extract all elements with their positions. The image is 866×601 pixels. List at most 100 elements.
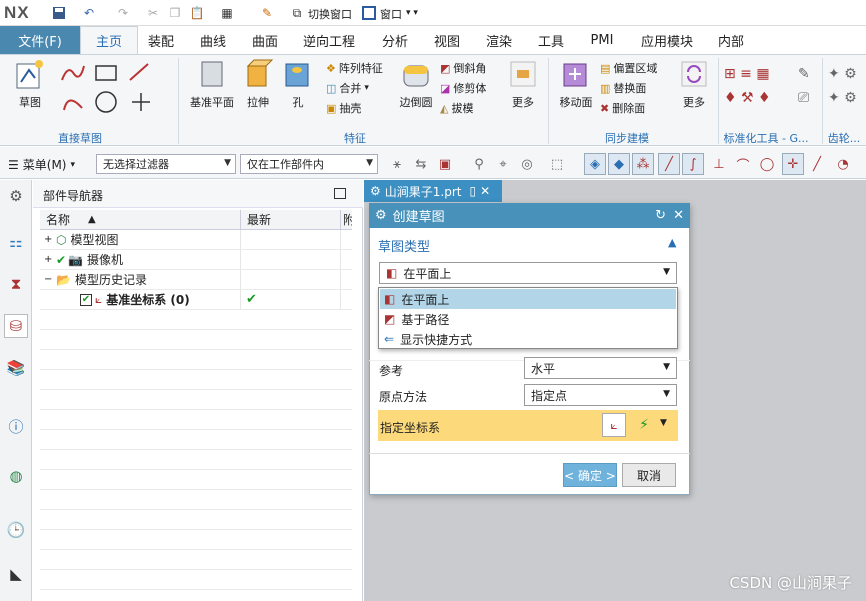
general-select-icon[interactable]: ▣ bbox=[434, 153, 456, 175]
tab-pmi[interactable]: PMI bbox=[582, 26, 622, 54]
tree-row-model-views[interactable]: + ⬡ 模型视图 bbox=[40, 230, 352, 250]
option-show-shortcuts[interactable]: ⇐ 显示快捷方式 bbox=[380, 329, 676, 349]
collapse-section-icon[interactable]: ▲ bbox=[668, 236, 676, 249]
delete-face-button[interactable]: ✖ 删除面 bbox=[600, 98, 657, 118]
close-tab-icon[interactable]: ✕ bbox=[480, 184, 490, 198]
snap-point-icon[interactable]: ✛ bbox=[782, 153, 804, 175]
ok-button[interactable]: < 确定 > bbox=[563, 463, 617, 487]
option-on-path[interactable]: ◩ 基于路径 bbox=[380, 309, 676, 329]
assembly-navigator-icon[interactable]: ⚏ bbox=[4, 230, 28, 254]
csys-dialog-icon[interactable]: ⟀ bbox=[602, 413, 626, 437]
column-header-extra[interactable]: 附 bbox=[340, 210, 352, 230]
cut-icon[interactable]: ✂ bbox=[144, 4, 162, 22]
repeat-command-icon[interactable]: ▦ bbox=[218, 4, 236, 22]
snap-tangent-icon[interactable]: ⊥ bbox=[708, 153, 730, 175]
reference-dropdown[interactable]: 水平 ▼ bbox=[524, 357, 677, 379]
more-features-button[interactable]: 更多 bbox=[505, 58, 541, 110]
draft-button[interactable]: ◭ 拔模 bbox=[440, 98, 486, 118]
move-face-button[interactable]: 移动面 bbox=[556, 58, 596, 110]
more-sync-button[interactable]: 更多 bbox=[676, 58, 712, 110]
tab-home[interactable]: 主页 bbox=[80, 26, 138, 54]
shell-button[interactable]: ▣ 抽壳 bbox=[326, 98, 383, 118]
main-menu-button[interactable]: ☰ 菜单(M) ▾ bbox=[8, 156, 75, 173]
option-on-plane[interactable]: ◧ 在平面上 bbox=[380, 289, 676, 309]
assembly-icon[interactable]: ⇆ bbox=[410, 153, 432, 175]
file-menu[interactable]: 文件(F) bbox=[0, 26, 80, 54]
selection-filter-dropdown[interactable]: 无选择过滤器 ▼ bbox=[96, 154, 236, 174]
snap-icon[interactable]: ⚹ bbox=[386, 153, 408, 175]
tab-curve[interactable]: 曲线 bbox=[190, 26, 236, 54]
document-options-icon[interactable]: ▯ bbox=[469, 184, 476, 198]
column-header-latest[interactable]: 最新 bbox=[240, 210, 340, 230]
switch-window-button[interactable]: 切换窗口 bbox=[308, 6, 352, 22]
rectangle-select-icon[interactable]: ⬚ bbox=[546, 153, 568, 175]
csys-chevron-icon[interactable]: ▼ bbox=[660, 418, 667, 428]
sketch-button[interactable]: 草图 bbox=[10, 58, 50, 110]
replace-face-button[interactable]: ▥ 替换面 bbox=[600, 78, 657, 98]
select-feature-icon[interactable]: ⚲ bbox=[468, 153, 490, 175]
tab-tools[interactable]: 工具 bbox=[528, 26, 574, 54]
snap-intersection-icon[interactable]: ◔ bbox=[832, 153, 854, 175]
tab-view[interactable]: 视图 bbox=[424, 26, 470, 54]
role-icon[interactable]: ◣ bbox=[4, 562, 28, 586]
dialog-close-icon[interactable]: ✕ bbox=[673, 208, 684, 223]
paste-icon[interactable]: 📋 bbox=[188, 4, 206, 22]
save-icon[interactable] bbox=[50, 4, 68, 22]
datum-plane-button[interactable]: 基准平面 bbox=[186, 58, 238, 110]
snap-arc-icon[interactable]: ⌒ bbox=[732, 153, 754, 175]
tab-application[interactable]: 应用模块 bbox=[632, 26, 702, 54]
switch-window-icon[interactable]: ⧉ bbox=[288, 4, 306, 22]
hole-button[interactable]: 孔 bbox=[280, 58, 316, 110]
reuse-library-icon[interactable]: 📚 bbox=[4, 356, 28, 380]
dialog-gear-icon[interactable]: ⚙ bbox=[375, 208, 387, 223]
select-body-icon[interactable]: ⌖ bbox=[492, 153, 514, 175]
undo-icon[interactable]: ↶ bbox=[80, 4, 98, 22]
column-header-name[interactable]: 名称 ▲ bbox=[40, 210, 240, 230]
visibility-checkbox[interactable]: ✔ bbox=[80, 293, 92, 306]
extrude-button[interactable]: 拉伸 bbox=[240, 58, 276, 110]
tab-render[interactable]: 渲染 bbox=[476, 26, 522, 54]
touch-mode-icon[interactable]: ✎ bbox=[258, 4, 276, 22]
tree-row-camera[interactable]: + ✔ 📷 摄像机 bbox=[40, 250, 352, 270]
copy-icon[interactable]: ❐ bbox=[166, 4, 184, 22]
snap-line-icon[interactable]: ╱ bbox=[658, 153, 680, 175]
tab-reverse-engineering[interactable]: 逆向工程 bbox=[296, 26, 362, 54]
tab-surface[interactable]: 曲面 bbox=[242, 26, 288, 54]
tab-analysis[interactable]: 分析 bbox=[372, 26, 418, 54]
offset-region-button[interactable]: ▤ 偏置区域 bbox=[600, 58, 657, 78]
history-icon[interactable]: ◍ bbox=[4, 464, 28, 488]
edge-blend-button[interactable]: 边倒圆 bbox=[396, 58, 436, 110]
document-tab[interactable]: ⚙ 山涧果子1.prt ▯ ✕ bbox=[364, 180, 502, 202]
expand-icon[interactable]: + bbox=[44, 254, 54, 265]
constraint-navigator-icon[interactable]: ⧗ bbox=[4, 272, 28, 296]
window-menu[interactable]: 窗口 bbox=[380, 6, 402, 22]
origin-method-dropdown[interactable]: 指定点 ▼ bbox=[524, 384, 677, 406]
window-icon[interactable] bbox=[360, 4, 378, 22]
tree-row-model-history[interactable]: − 📂 模型历史记录 bbox=[40, 270, 352, 290]
chamfer-button[interactable]: ◩ 倒斜角 bbox=[440, 58, 486, 78]
collapse-icon[interactable]: − bbox=[44, 274, 54, 285]
part-navigator-icon[interactable]: ⛁ bbox=[4, 314, 28, 338]
tab-internal[interactable]: 内部 bbox=[708, 26, 754, 54]
snap-center-icon[interactable]: ◯ bbox=[756, 153, 778, 175]
reset-icon[interactable]: ↻ bbox=[655, 208, 666, 223]
gear-tools-icons[interactable]: ✦ ⚙ ✦ ⚙ bbox=[828, 62, 866, 110]
snap-endpoint-icon[interactable]: ◈ bbox=[584, 153, 606, 175]
sketch-type-dropdown[interactable]: ◧ 在平面上 ▼ bbox=[379, 262, 677, 284]
redo-icon[interactable]: ↷ bbox=[114, 4, 132, 22]
select-face-icon[interactable]: ◎ bbox=[516, 153, 538, 175]
snap-face-icon[interactable]: ◆ bbox=[608, 153, 630, 175]
pattern-feature-button[interactable]: ❖ 阵列特征 bbox=[326, 58, 383, 78]
snap-grid-icon[interactable]: ⁂ bbox=[632, 153, 654, 175]
tree-row-datum-csys[interactable]: ✔ ⟀ 基准坐标系 (0) ✔ bbox=[40, 290, 352, 310]
web-browser-icon[interactable]: ⓘ bbox=[4, 414, 28, 438]
snap-curve-icon[interactable]: ∫ bbox=[682, 153, 704, 175]
trim-body-button[interactable]: ◪ 修剪体 bbox=[440, 78, 486, 98]
settings-gear-icon[interactable]: ⚙ bbox=[4, 184, 28, 208]
inferred-csys-icon[interactable]: ⚡ bbox=[630, 413, 658, 437]
cancel-button[interactable]: 取消 bbox=[622, 463, 676, 487]
expand-icon[interactable]: + bbox=[44, 234, 54, 245]
window-chevron-icon[interactable]: ▾ ▾ bbox=[406, 8, 418, 18]
maximize-icon[interactable] bbox=[334, 188, 346, 199]
snap-pole-icon[interactable]: ╱ bbox=[806, 153, 828, 175]
